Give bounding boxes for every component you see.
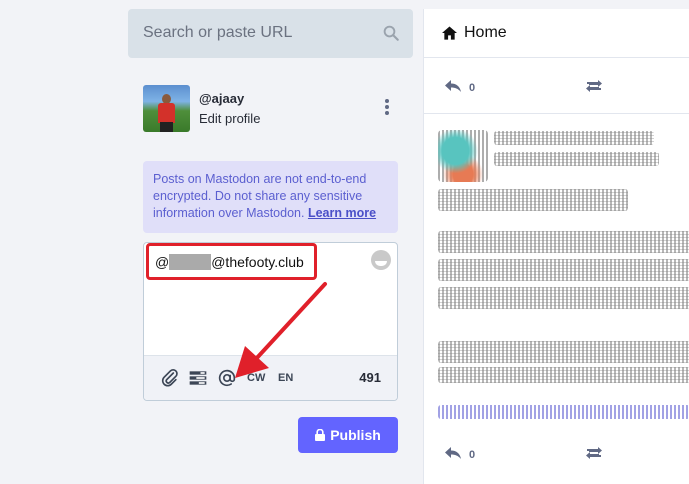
search-icon <box>383 25 399 41</box>
boost-icon[interactable] <box>584 446 604 460</box>
mention-icon[interactable] <box>217 368 237 388</box>
reply-count: 0 <box>469 449 476 461</box>
home-icon <box>442 26 457 40</box>
mention-prefix: @ <box>155 254 170 270</box>
blurred-text <box>438 231 689 253</box>
search-input[interactable]: Search or paste URL <box>143 24 292 42</box>
emoji-picker-icon[interactable] <box>371 250 391 270</box>
blurred-text <box>494 131 654 145</box>
reply-icon[interactable] <box>444 79 462 93</box>
home-title: Home <box>464 24 507 41</box>
reply-count: 0 <box>469 82 476 94</box>
search-bar[interactable]: Search or paste URL <box>128 9 413 58</box>
more-options-icon[interactable] <box>384 99 390 117</box>
edit-profile-link[interactable]: Edit profile <box>199 111 260 126</box>
blurred-avatar <box>438 130 488 182</box>
learn-more-link[interactable]: Learn more <box>308 206 376 220</box>
blurred-text <box>438 367 689 383</box>
lock-icon <box>315 429 326 441</box>
compose-textarea[interactable]: @ @thefooty.club <box>146 243 317 280</box>
avatar[interactable] <box>143 85 190 132</box>
character-counter: 491 <box>359 370 381 385</box>
publish-button[interactable]: Publish <box>298 417 398 453</box>
profile-card: @ajaay Edit profile <box>143 85 398 135</box>
encryption-notice: Posts on Mastodon are not end-to-end enc… <box>143 161 398 233</box>
language-button[interactable]: EN <box>278 372 293 384</box>
compose-toolbar: CW EN 491 <box>144 355 397 400</box>
reply-icon[interactable] <box>444 446 462 460</box>
home-timeline: Home 0 0 <box>423 9 689 484</box>
content-warning-button[interactable]: CW <box>247 372 265 384</box>
home-header[interactable]: Home <box>424 9 689 58</box>
blurred-text <box>438 259 689 281</box>
post-divider <box>424 113 689 114</box>
boost-icon[interactable] <box>584 79 604 93</box>
post-actions: 0 <box>424 437 689 471</box>
blurred-link <box>438 405 689 419</box>
blurred-text <box>438 287 689 309</box>
post-actions: 0 <box>424 70 689 104</box>
blurred-text <box>494 152 659 166</box>
attach-media-icon[interactable] <box>160 368 180 388</box>
profile-handle[interactable]: @ajaay <box>199 91 244 106</box>
blurred-text <box>438 341 689 363</box>
redacted-username <box>169 254 212 270</box>
mention-domain: @thefooty.club <box>211 254 304 270</box>
poll-icon[interactable] <box>188 368 208 388</box>
blurred-text <box>438 189 628 211</box>
publish-label: Publish <box>330 427 381 443</box>
compose-form: @ @thefooty.club CW EN 491 <box>143 242 398 401</box>
